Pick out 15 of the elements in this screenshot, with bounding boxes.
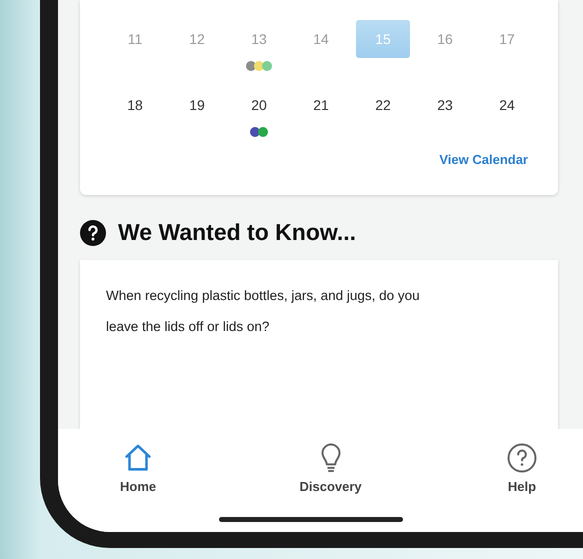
calendar-day[interactable]: 21 [294, 86, 348, 124]
question-icon [80, 220, 106, 246]
calendar-day[interactable]: 18 [108, 86, 162, 124]
question-text: When recycling plastic bottles, jars, and jugs, do you leave the lids off or lids on? [106, 287, 421, 336]
help-icon [505, 441, 539, 475]
calendar-day[interactable]: 22 [356, 86, 410, 124]
view-calendar-link[interactable]: View Calendar [439, 152, 528, 167]
nav-tab[interactable]: Discovery [295, 439, 366, 515]
calendar-day[interactable]: 24 [480, 86, 534, 124]
nav-tab[interactable]: Help [501, 439, 543, 515]
calendar-day[interactable]: 20 [232, 86, 286, 124]
section-title: We Wanted to Know... [118, 219, 356, 246]
nav-tab[interactable]: Home [116, 439, 160, 515]
calendar-day[interactable]: 23 [418, 86, 472, 124]
calendar-day[interactable]: 19 [170, 86, 224, 124]
